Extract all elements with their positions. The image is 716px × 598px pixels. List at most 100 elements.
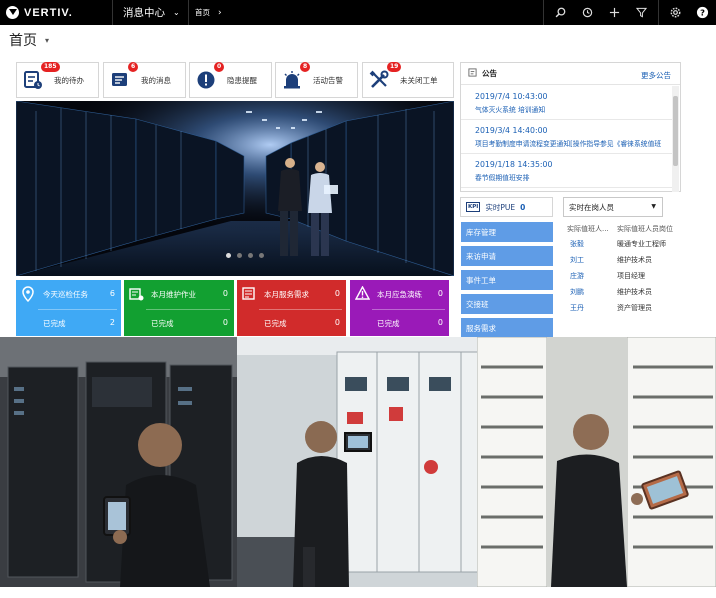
search-icon[interactable] [547, 0, 574, 25]
announcement-title[interactable]: 气体灭火系统 培训通知 [475, 104, 673, 114]
stat-done-label: 已完成 [151, 319, 174, 328]
staff-name[interactable]: 刘工 [567, 255, 617, 265]
stat-done-value: 0 [222, 318, 228, 327]
svg-text:?: ? [700, 7, 705, 17]
settings-icon[interactable] [662, 0, 689, 25]
staff-position: 项目经理 [617, 272, 645, 280]
stat-divider [259, 309, 342, 310]
stat-card-maintenance[interactable]: 本月维护作业 0 已完成 0 [124, 280, 234, 336]
quick-link-open-work-orders[interactable]: 19 未关闭工单 [362, 62, 454, 98]
quick-link-label: 我的待办 [54, 75, 84, 85]
brand-name: VERTIV. [24, 6, 73, 19]
announcement-title[interactable]: 项目考勤制度申请流程变更通知[操作指导参见《睿徕系统值班 [475, 138, 673, 148]
breadcrumb[interactable]: 首页 › [188, 0, 222, 25]
stat-card-emergency-drill[interactable]: 本月应急演练 0 已完成 0 [350, 280, 449, 336]
announcement-date: 2019/1/18 14:35:00 [475, 160, 553, 169]
toolbar-actions: ? [540, 0, 716, 25]
work-order-count-badge: 19 [387, 62, 402, 72]
stat-value: 0 [334, 289, 340, 298]
announcement-item[interactable]: 2019/7/4 10:43:00 气体灭火系统 培训通知 [461, 86, 673, 120]
breadcrumb-home[interactable]: 首页 [195, 7, 210, 18]
help-icon[interactable]: ? [689, 0, 716, 25]
carousel-dot[interactable] [237, 253, 242, 258]
table-row[interactable]: 王丹 资产管理员 [567, 300, 681, 316]
stat-divider [38, 309, 117, 310]
staff-name[interactable]: 庄游 [567, 271, 617, 281]
staff-position: 暖通专业工程师 [617, 240, 666, 248]
duty-staff-select[interactable]: 实时在岗人员 ▼ [563, 197, 663, 217]
stat-card-inspection[interactable]: 今天巡检任务 6 已完成 2 [16, 280, 121, 336]
stat-card-service-requests[interactable]: 本月服务需求 0 已完成 0 [237, 280, 346, 336]
table-row[interactable]: 刘工 维护技术员 [567, 252, 681, 268]
warning-icon: 0 [195, 62, 225, 91]
alarm-icon: 8 [281, 62, 311, 91]
announcement-scrollbar[interactable] [672, 86, 679, 192]
location-pin-icon [21, 286, 35, 306]
hazard-count-badge: 0 [214, 62, 225, 72]
carousel-dot[interactable] [259, 253, 264, 258]
announcement-title[interactable]: 春节假期值班安排 [475, 172, 673, 182]
vertiv-logo[interactable]: VERTIV. [0, 0, 112, 25]
carousel-indicators [226, 253, 264, 258]
photo-technician-switchgear [237, 337, 477, 587]
history-icon[interactable] [574, 0, 601, 25]
menu-inventory-management[interactable]: 库存管理 [461, 222, 553, 242]
table-row[interactable]: 刘鹏 维护技术员 [567, 284, 681, 300]
plus-icon[interactable] [601, 0, 628, 25]
app-menu-dropdown[interactable]: 消息中心 ⌄ [112, 0, 188, 25]
quick-link-label: 未关闭工单 [400, 75, 438, 85]
duty-staff-select-value: 实时在岗人员 [569, 202, 614, 212]
quick-link-hazard-reminder[interactable]: 0 隐患提醒 [189, 62, 272, 98]
announcement-icon [468, 67, 477, 80]
staff-position: 资产管理员 [617, 304, 652, 312]
menu-service-requests[interactable]: 服务需求 [461, 318, 553, 338]
staff-name[interactable]: 张毅 [567, 239, 617, 249]
carousel-dot[interactable] [248, 253, 253, 258]
table-row[interactable]: 张毅 暖通专业工程师 [567, 236, 681, 252]
kpi-icon: KPI [466, 202, 481, 212]
more-announcements-link[interactable]: 更多公告 [641, 70, 671, 81]
table-header: 实际值班人... 实际值班人员岗位 [567, 222, 681, 236]
stat-divider [372, 309, 445, 310]
duty-staff-table: 实际值班人... 实际值班人员岗位 张毅 暖通专业工程师 刘工 维护技术员 庄游… [567, 222, 681, 316]
stat-done-value: 0 [437, 318, 443, 327]
chevron-down-icon: ▾ [45, 35, 50, 45]
staff-name[interactable]: 刘鹏 [567, 287, 617, 297]
realtime-pue: KPI 实时PUE 0 [460, 197, 553, 217]
announcement-list: 2019/7/4 10:43:00 气体灭火系统 培训通知 2019/3/4 1… [461, 86, 673, 192]
stat-done-label: 已完成 [377, 319, 400, 328]
menu-event-work-order[interactable]: 事件工单 [461, 270, 553, 290]
scrollbar-thumb[interactable] [673, 96, 678, 166]
announcement-item[interactable]: 2019/1/18 14:35:00 春节假期值班安排 [461, 154, 673, 188]
menu-shift-handover[interactable]: 交接班 [461, 294, 553, 314]
message-icon: 6 [109, 62, 139, 91]
announcement-item[interactable]: 2019/3/4 14:40:00 项目考勤制度申请流程变更通知[操作指导参见《… [461, 120, 673, 154]
banner-carousel[interactable] [16, 101, 454, 276]
page-title-text: 首页 [9, 33, 37, 49]
carousel-dot[interactable] [226, 253, 231, 258]
stat-done-value: 0 [334, 318, 340, 327]
column-header[interactable]: 实际值班人... [567, 224, 617, 234]
quick-link-label: 活动告警 [313, 75, 343, 85]
quick-link-active-alarms[interactable]: 8 活动告警 [275, 62, 358, 98]
quick-link-label: 我的消息 [141, 75, 171, 85]
staff-name[interactable]: 王丹 [567, 303, 617, 313]
chevron-right-icon: › [218, 7, 222, 18]
vertiv-logo-icon [6, 6, 19, 19]
page-title[interactable]: 首页 ▾ [9, 30, 49, 50]
stat-done-label: 已完成 [43, 319, 66, 328]
announcements-title: 公告 [482, 69, 497, 78]
quick-link-todo[interactable]: 185 我的待办 [16, 62, 99, 98]
announcement-date: 2019/3/4 14:40:00 [475, 126, 548, 135]
menu-visit-request[interactable]: 来访申请 [461, 246, 553, 266]
announcement-date: 2019/7/4 10:43:00 [475, 92, 548, 101]
stat-value: 0 [222, 289, 228, 298]
column-header[interactable]: 实际值班人员岗位 [617, 224, 681, 234]
staff-position: 维护技术员 [617, 256, 652, 264]
filter-icon[interactable] [628, 0, 655, 25]
announcements-panel: 公告 更多公告 2019/7/4 10:43:00 气体灭火系统 培训通知 20… [460, 62, 681, 192]
app-menu-label: 消息中心 [123, 7, 165, 19]
quick-link-messages[interactable]: 6 我的消息 [103, 62, 186, 98]
table-row[interactable]: 庄游 项目经理 [567, 268, 681, 284]
stat-label: 本月服务需求 [264, 290, 309, 299]
